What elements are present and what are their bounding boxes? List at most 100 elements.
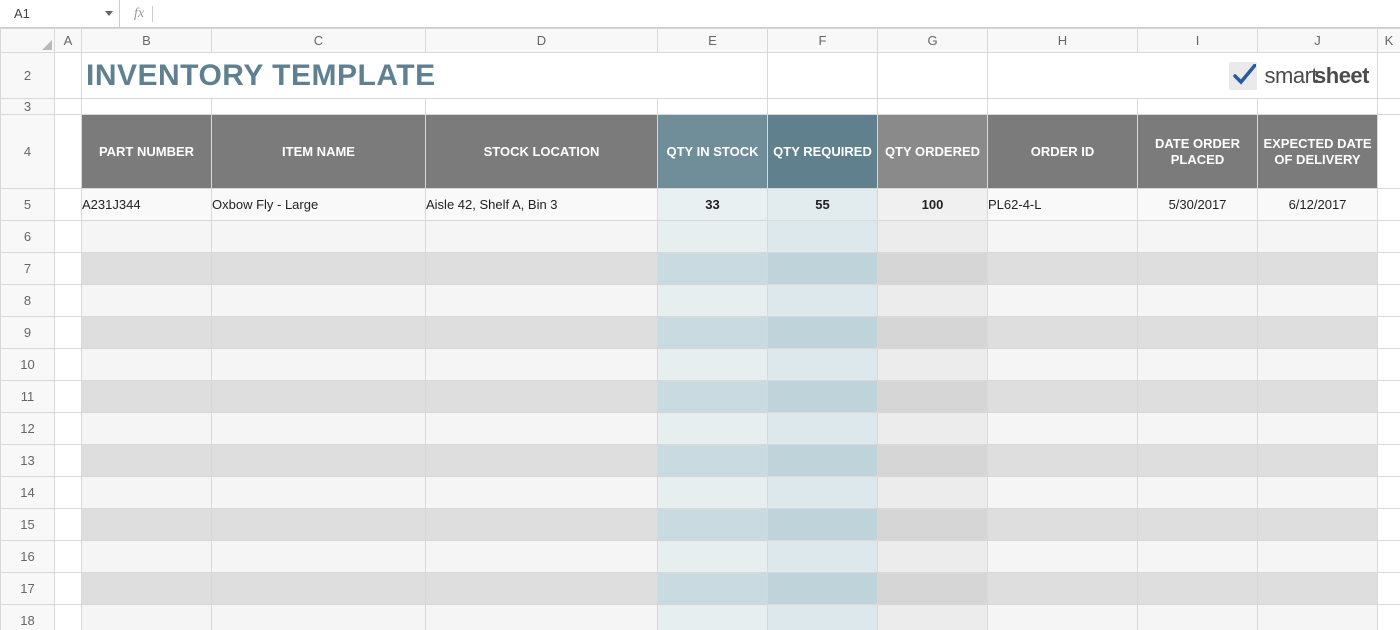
- cell[interactable]: [768, 573, 878, 605]
- page-title-cell[interactable]: INVENTORY TEMPLATE: [82, 53, 768, 99]
- cell[interactable]: [426, 477, 658, 509]
- cell[interactable]: [1258, 413, 1378, 445]
- cell[interactable]: [426, 413, 658, 445]
- cell[interactable]: [212, 477, 426, 509]
- column-header[interactable]: G: [878, 29, 988, 53]
- cell[interactable]: [82, 477, 212, 509]
- cell[interactable]: [55, 413, 82, 445]
- cell[interactable]: [82, 317, 212, 349]
- cell[interactable]: [55, 189, 82, 221]
- cell[interactable]: [1138, 349, 1258, 381]
- cell[interactable]: [768, 381, 878, 413]
- cell[interactable]: [768, 253, 878, 285]
- cell[interactable]: [212, 253, 426, 285]
- cell[interactable]: [1378, 381, 1400, 413]
- cell[interactable]: [658, 573, 768, 605]
- cell[interactable]: [768, 349, 878, 381]
- cell[interactable]: [768, 413, 878, 445]
- cell[interactable]: [55, 99, 82, 115]
- cell[interactable]: [1258, 285, 1378, 317]
- cell[interactable]: [212, 573, 426, 605]
- cell[interactable]: [878, 253, 988, 285]
- cell[interactable]: [988, 509, 1138, 541]
- cell[interactable]: [988, 221, 1138, 253]
- cell[interactable]: [55, 573, 82, 605]
- cell[interactable]: [82, 541, 212, 573]
- cell[interactable]: [1138, 509, 1258, 541]
- cell[interactable]: [878, 53, 988, 99]
- cell[interactable]: [212, 285, 426, 317]
- cell[interactable]: [426, 317, 658, 349]
- cell[interactable]: [212, 541, 426, 573]
- row-header[interactable]: 2: [1, 53, 55, 99]
- cell[interactable]: [1378, 541, 1400, 573]
- row-header[interactable]: 4: [1, 115, 55, 189]
- column-header[interactable]: I: [1138, 29, 1258, 53]
- cell[interactable]: [1378, 99, 1400, 115]
- cell[interactable]: [1138, 445, 1258, 477]
- cell[interactable]: [1258, 381, 1378, 413]
- cell[interactable]: [55, 285, 82, 317]
- header-stock-location[interactable]: STOCK LOCATION: [426, 115, 658, 189]
- row-header[interactable]: 9: [1, 317, 55, 349]
- cell[interactable]: [1378, 477, 1400, 509]
- cell[interactable]: [878, 541, 988, 573]
- cell[interactable]: [1378, 509, 1400, 541]
- cell[interactable]: [768, 477, 878, 509]
- cell[interactable]: [55, 541, 82, 573]
- cell[interactable]: [878, 413, 988, 445]
- cell[interactable]: [658, 285, 768, 317]
- cell[interactable]: [55, 53, 82, 99]
- cell[interactable]: [82, 349, 212, 381]
- cell[interactable]: [212, 381, 426, 413]
- cell[interactable]: [1138, 605, 1258, 630]
- cell-item-name[interactable]: Oxbow Fly - Large: [212, 189, 426, 221]
- cell[interactable]: [658, 381, 768, 413]
- cell[interactable]: [878, 445, 988, 477]
- row-header[interactable]: 10: [1, 349, 55, 381]
- cell[interactable]: [82, 413, 212, 445]
- cell[interactable]: [658, 317, 768, 349]
- column-header[interactable]: E: [658, 29, 768, 53]
- header-order-id[interactable]: ORDER ID: [988, 115, 1138, 189]
- row-header[interactable]: 14: [1, 477, 55, 509]
- cell[interactable]: [212, 99, 426, 115]
- cell-part-number[interactable]: A231J344: [82, 189, 212, 221]
- row-header[interactable]: 15: [1, 509, 55, 541]
- cell[interactable]: [1138, 285, 1258, 317]
- cell[interactable]: [55, 115, 82, 189]
- cell[interactable]: [1138, 573, 1258, 605]
- cell[interactable]: [55, 381, 82, 413]
- cell[interactable]: [82, 509, 212, 541]
- cell[interactable]: [768, 99, 878, 115]
- cell[interactable]: [1378, 605, 1400, 630]
- cell[interactable]: [988, 413, 1138, 445]
- cell[interactable]: [768, 317, 878, 349]
- cell[interactable]: [878, 221, 988, 253]
- cell[interactable]: [82, 381, 212, 413]
- header-qty-in-stock[interactable]: QTY IN STOCK: [658, 115, 768, 189]
- cell[interactable]: [1378, 253, 1400, 285]
- cell[interactable]: [1378, 445, 1400, 477]
- cell[interactable]: [768, 509, 878, 541]
- cell[interactable]: [1138, 381, 1258, 413]
- cell[interactable]: [212, 445, 426, 477]
- cell[interactable]: [426, 349, 658, 381]
- cell[interactable]: [1258, 605, 1378, 630]
- name-box[interactable]: A1: [0, 0, 120, 27]
- cell[interactable]: [1138, 221, 1258, 253]
- cell[interactable]: [658, 253, 768, 285]
- cell[interactable]: [988, 99, 1138, 115]
- cell[interactable]: [1258, 317, 1378, 349]
- column-header[interactable]: A: [55, 29, 82, 53]
- cell[interactable]: [426, 221, 658, 253]
- header-part-number[interactable]: PART NUMBER: [82, 115, 212, 189]
- cell[interactable]: [426, 99, 658, 115]
- cell[interactable]: [82, 605, 212, 630]
- column-header[interactable]: D: [426, 29, 658, 53]
- column-header[interactable]: K: [1378, 29, 1400, 53]
- cell[interactable]: [1138, 477, 1258, 509]
- row-header[interactable]: 18: [1, 605, 55, 630]
- cell-qty-ordered[interactable]: 100: [878, 189, 988, 221]
- cell[interactable]: [768, 221, 878, 253]
